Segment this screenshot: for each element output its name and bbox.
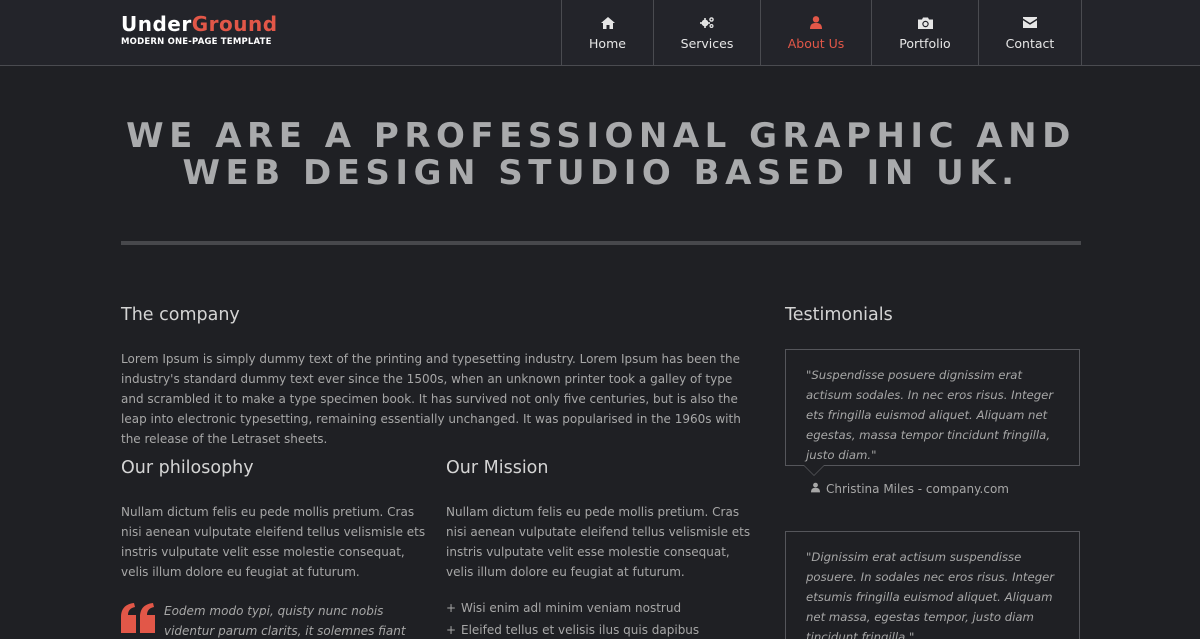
- hero-line-2: WEB DESIGN STUDIO BASED IN UK.: [182, 153, 1020, 193]
- testimonials-heading: Testimonials: [785, 305, 893, 325]
- nav-item-portfolio[interactable]: Portfolio: [871, 0, 978, 65]
- nav-item-contact[interactable]: Contact: [978, 0, 1082, 65]
- plus-icon: +: [446, 623, 457, 637]
- nav-label-home: Home: [589, 35, 626, 51]
- user-icon: [810, 15, 822, 31]
- plus-icon: +: [446, 601, 457, 615]
- hero-heading: WE ARE A PROFESSIONAL GRAPHIC AND WEB DE…: [121, 118, 1081, 192]
- mission-item-text: Wisi enim adl minim veniam nostrud: [461, 601, 682, 615]
- company-heading: The company: [121, 305, 240, 325]
- home-icon: [600, 15, 615, 31]
- nav-label-portfolio: Portfolio: [899, 35, 951, 51]
- nav-label-services: Services: [680, 35, 734, 51]
- testimonial-author-name: Christina Miles - company.com: [826, 482, 1009, 496]
- site-header: UnderGround MODERN ONE-PAGE TEMPLATE Hom…: [0, 0, 1200, 66]
- nav-item-about-us[interactable]: About Us: [760, 0, 871, 65]
- envelope-icon: [1023, 15, 1037, 31]
- nav-label-contact: Contact: [1005, 35, 1055, 51]
- philosophy-heading: Our philosophy: [121, 458, 254, 478]
- logo-title-accent: Ground: [191, 12, 278, 36]
- testimonial-quote: "Dignissim erat actisum suspendisse posu…: [806, 550, 1055, 639]
- philosophy-text: Nullam dictum felis eu pede mollis preti…: [121, 505, 426, 579]
- mission-item-text: Eleifed tellus et velisis ilus quis dapi…: [461, 623, 700, 637]
- quote-icon: [121, 603, 157, 633]
- philosophy-quote: Eodem modo typi, quisty nunc nobis viden…: [164, 604, 406, 638]
- company-text: Lorem Ipsum is simply dummy text of the …: [121, 352, 741, 446]
- hero-line-1: WE ARE A PROFESSIONAL GRAPHIC AND: [126, 116, 1076, 156]
- speech-pointer-fill: [804, 465, 824, 475]
- logo-title-primary: Under: [121, 12, 192, 36]
- user-icon: [811, 482, 820, 496]
- camera-icon: [917, 15, 933, 31]
- testimonial-author: Christina Miles - company.com: [811, 482, 1009, 496]
- list-item: + Eleifed tellus et velisis ilus quis dap…: [446, 619, 699, 639]
- testimonial-card: "Suspendisse posuere dignissim erat acti…: [785, 349, 1080, 476]
- main-nav: Home Services About Us Portfolio Contact: [561, 0, 1082, 65]
- testimonial-card: "Dignissim erat actisum suspendisse posu…: [785, 531, 1080, 639]
- nav-item-home[interactable]: Home: [561, 0, 653, 65]
- testimonial-quote: "Suspendisse posuere dignissim erat acti…: [806, 368, 1054, 462]
- nav-label-about-us: About Us: [787, 35, 845, 51]
- mission-heading: Our Mission: [446, 458, 549, 478]
- nav-item-services[interactable]: Services: [653, 0, 760, 65]
- logo-subtitle: MODERN ONE-PAGE TEMPLATE: [121, 37, 272, 47]
- gears-icon: [699, 15, 715, 31]
- logo[interactable]: UnderGround MODERN ONE-PAGE TEMPLATE: [121, 12, 278, 47]
- mission-list: + Wisi enim adl minim veniam nostrud + Ele…: [446, 597, 699, 639]
- mission-text: Nullam dictum felis eu pede mollis preti…: [446, 505, 751, 579]
- logo-title: UnderGround: [121, 12, 278, 36]
- list-item: + Wisi enim adl minim veniam nostrud: [446, 597, 699, 619]
- hero-divider: [121, 241, 1081, 245]
